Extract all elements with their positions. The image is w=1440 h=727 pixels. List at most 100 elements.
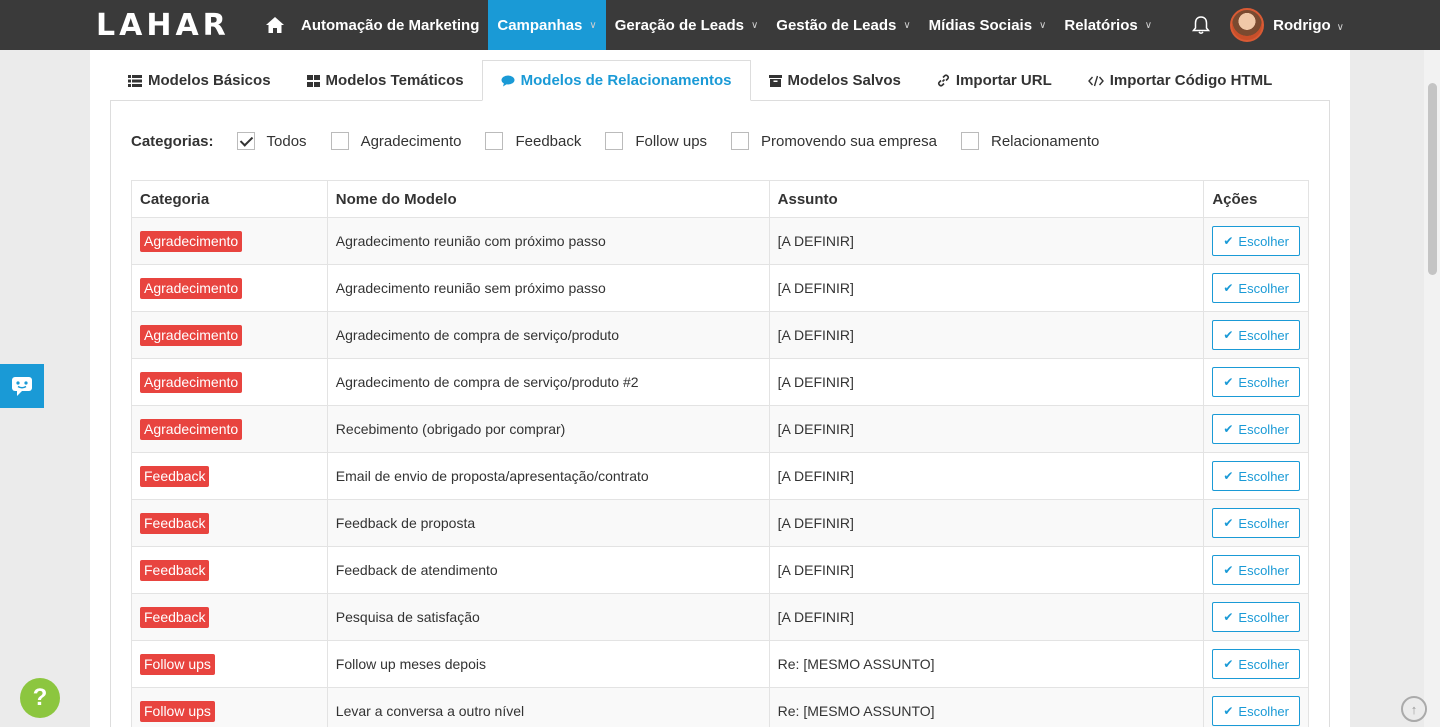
model-name-cell: Levar a conversa a outro nível [326, 687, 770, 727]
button-label: Escolher [1238, 327, 1289, 343]
chat-widget-button[interactable] [0, 364, 44, 408]
checkbox[interactable] [330, 132, 349, 150]
category-badge: Feedback [140, 512, 210, 534]
category-badge: Feedback [140, 465, 210, 487]
escolher-button[interactable]: ✔ Escolher [1212, 320, 1300, 350]
lahar-logo[interactable]: LAHAR [0, 0, 258, 50]
model-name-cell: Email de envio de proposta/apresentação/… [326, 452, 770, 500]
escolher-button[interactable]: ✔ Escolher [1212, 226, 1300, 256]
subject-cell: [A DEFINIR] [768, 452, 1205, 500]
tab-list[interactable]: Modelos Básicos [110, 60, 289, 101]
chat-icon [12, 377, 32, 396]
button-label: Escolher [1238, 374, 1289, 390]
escolher-button[interactable]: ✔ Escolher [1212, 273, 1300, 303]
button-label: Escolher [1238, 233, 1289, 249]
actions-cell: ✔ Escolher [1203, 264, 1309, 312]
tab-label: Importar URL [955, 72, 1052, 89]
checkbox[interactable] [236, 132, 255, 150]
table-header-row: Categoria Nome do Modelo Assunto Ações [131, 180, 1309, 218]
tab-archive[interactable]: Modelos Salvos [751, 60, 919, 101]
nav-item-5[interactable]: Relatórios ∨ [1055, 0, 1161, 50]
actions-cell: ✔ Escolher [1203, 640, 1309, 688]
category-checkbox-0[interactable]: Todos [236, 132, 307, 150]
check-icon: ✔ [1223, 281, 1234, 295]
model-name-cell: Follow up meses depois [326, 640, 770, 688]
subject-cell: [A DEFINIR] [768, 358, 1205, 406]
escolher-button[interactable]: ✔ Escolher [1212, 649, 1300, 679]
nav-item-2[interactable]: Geração de Leads ∨ [606, 0, 768, 50]
category-checkbox-1[interactable]: Agradecimento [330, 132, 461, 150]
checkbox[interactable] [960, 132, 979, 150]
tab-grid[interactable]: Modelos Temáticos [289, 60, 482, 101]
category-badge: Agradecimento [140, 418, 243, 440]
category-checkbox-2[interactable]: Feedback [485, 132, 581, 150]
subject-cell: Re: [MESMO ASSUNTO] [768, 640, 1205, 688]
check-icon: ✔ [1223, 422, 1234, 436]
categories-label: Categorias: [131, 132, 214, 150]
category-filter: Categorias: Todos Agradecimento Feedback Fo… [131, 130, 1123, 152]
escolher-button[interactable]: ✔ Escolher [1212, 696, 1300, 726]
category-badge: Agradecimento [140, 230, 243, 252]
escolher-button[interactable]: ✔ Escolher [1212, 367, 1300, 397]
comments-icon [501, 75, 515, 87]
template-tabs: Modelos Básicos Modelos Temáticos Modelos … [110, 60, 1290, 101]
category-cell: Feedback [131, 546, 328, 594]
page-scrollbar[interactable] [1424, 50, 1440, 727]
escolher-button[interactable]: ✔ Escolher [1212, 414, 1300, 444]
scroll-to-top-button[interactable]: ↑ [1401, 696, 1427, 722]
checkbox[interactable] [731, 132, 750, 150]
actions-cell: ✔ Escolher [1203, 452, 1309, 500]
button-label: Escolher [1238, 609, 1289, 625]
help-button[interactable]: ? [20, 678, 60, 718]
tab-code[interactable]: Importar Código HTML [1070, 60, 1290, 101]
category-badge: Follow ups [140, 653, 215, 675]
button-label: Escolher [1238, 421, 1289, 437]
nav-item-3[interactable]: Gestão de Leads ∨ [767, 0, 919, 50]
nav-item-0[interactable]: Automação de Marketing [292, 0, 488, 50]
user-menu[interactable]: Rodrigo ∨ [1273, 17, 1344, 34]
escolher-button[interactable]: ✔ Escolher [1212, 508, 1300, 538]
tab-link[interactable]: Importar URL [919, 60, 1070, 101]
actions-cell: ✔ Escolher [1203, 593, 1309, 641]
avatar[interactable] [1230, 8, 1265, 42]
bell-icon[interactable] [1190, 14, 1212, 36]
checkbox[interactable] [485, 132, 504, 150]
actions-cell: ✔ Escolher [1203, 499, 1309, 547]
home-icon[interactable] [258, 0, 292, 50]
category-badge: Feedback [140, 559, 210, 581]
scrollbar-thumb[interactable] [1428, 83, 1437, 275]
model-name-cell: Agradecimento reunião com próximo passo [326, 217, 770, 265]
category-checkbox-3[interactable]: Follow ups [605, 132, 707, 150]
actions-cell: ✔ Escolher [1203, 217, 1309, 265]
check-icon: ✔ [1223, 375, 1234, 389]
question-icon: ? [32, 684, 48, 711]
category-checkbox-5[interactable]: Relacionamento [960, 132, 1099, 150]
escolher-button[interactable]: ✔ Escolher [1212, 555, 1300, 585]
tab-comments[interactable]: Modelos de Relacionamentos [481, 60, 751, 101]
category-cell: Agradecimento [131, 311, 328, 359]
category-checkbox-4[interactable]: Promovendo sua empresa [731, 132, 937, 150]
chevron-down-icon: ∨ [1144, 19, 1153, 31]
escolher-button[interactable]: ✔ Escolher [1212, 461, 1300, 491]
nav-item-label: Relatórios [1064, 16, 1138, 34]
button-label: Escolher [1238, 515, 1289, 531]
check-icon: ✔ [1223, 563, 1234, 577]
table-row: Agradecimento Agradecimento reunião com p… [131, 217, 1309, 265]
escolher-button[interactable]: ✔ Escolher [1212, 602, 1300, 632]
subject-cell: [A DEFINIR] [768, 499, 1205, 547]
checkbox[interactable] [605, 132, 624, 150]
button-label: Escolher [1238, 280, 1289, 296]
table-row: Agradecimento Agradecimento de compra de … [131, 311, 1309, 359]
category-cell: Follow ups [131, 640, 328, 688]
main-panel: Modelos Básicos Modelos Temáticos Modelos … [90, 50, 1350, 727]
table-row: Follow ups Levar a conversa a outro nível… [131, 687, 1309, 727]
nav-item-4[interactable]: Mídias Sociais ∨ [920, 0, 1056, 50]
subject-cell: [A DEFINIR] [768, 546, 1205, 594]
check-icon: ✔ [1223, 469, 1234, 483]
tab-label: Modelos Salvos [787, 72, 901, 89]
model-name-cell: Agradecimento reunião sem próximo passo [326, 264, 770, 312]
checkbox-label: Todos [266, 132, 307, 150]
actions-cell: ✔ Escolher [1203, 687, 1309, 727]
checkbox-label: Feedback [515, 132, 582, 150]
nav-item-1[interactable]: Campanhas ∨ [488, 0, 606, 50]
